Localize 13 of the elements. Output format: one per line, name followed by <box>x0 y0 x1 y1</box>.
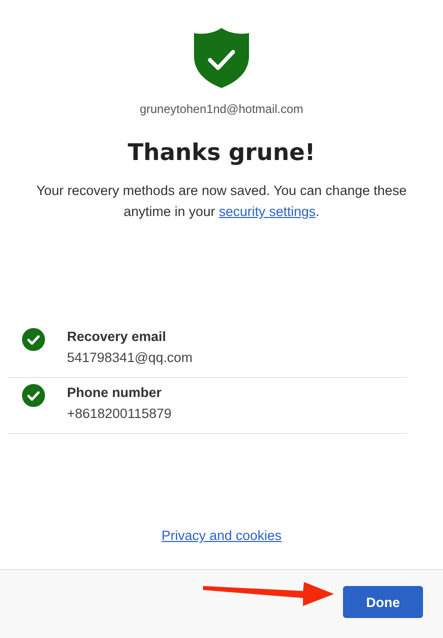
check-circle-icon <box>22 328 45 351</box>
check-circle-icon <box>22 384 45 407</box>
message-text: Your recovery methods are now saved. You can change these anytime in your security settings. <box>35 182 408 221</box>
page-title: Thanks grune! <box>128 140 316 166</box>
security-settings-link[interactable]: security settings <box>218 204 316 219</box>
account-email: gruneytohen1nd@hotmail.com <box>140 102 304 116</box>
done-button[interactable]: Done <box>343 586 423 618</box>
method-value: 541798341@qq.com <box>67 349 193 367</box>
privacy-link[interactable]: Privacy and cookies <box>161 528 282 543</box>
shield-check-icon <box>194 28 249 88</box>
method-label: Recovery email <box>67 328 168 346</box>
method-value: +8618200115879 <box>67 405 172 423</box>
method-label: Phone number <box>67 384 163 402</box>
